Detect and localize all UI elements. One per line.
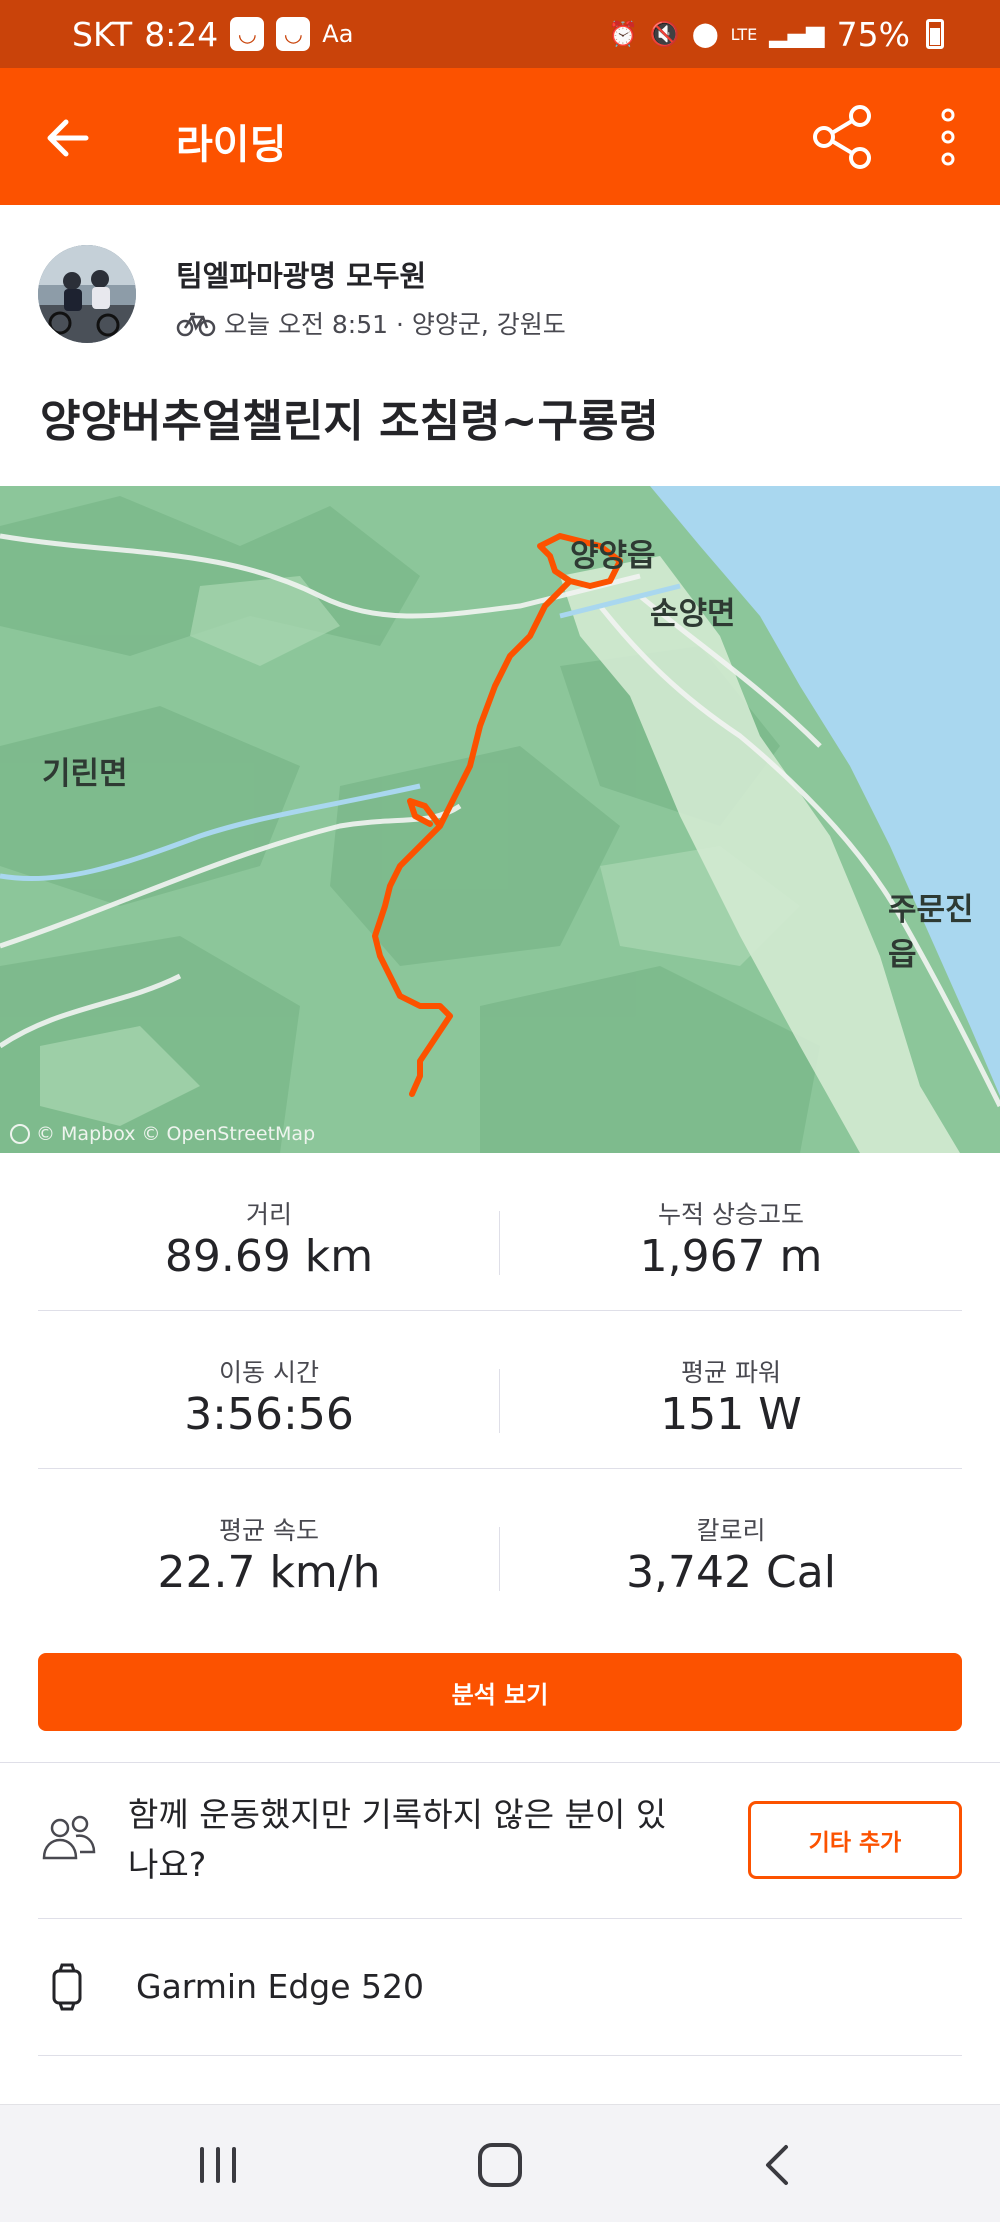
activity-title: 양양버추얼챌린지 조침령~구룡령 (40, 396, 659, 447)
back-arrow-icon[interactable] (40, 110, 96, 166)
stat-value: 3,742 Cal (626, 1547, 836, 1598)
map-label-jumunjin: 주문진읍 (888, 892, 974, 973)
location-icon: ⬤ (691, 20, 719, 48)
mapbox-logo-icon (10, 1124, 30, 1144)
battery-percent: 75% (836, 14, 910, 54)
stat-calories: 칼로리 3,742 Cal (500, 1469, 962, 1627)
status-right: ⏰ 🔇 ⬤ LTE ▂▄▆ 75% (608, 15, 944, 54)
battery-icon (926, 19, 944, 49)
activity-time-location: 오늘 오전 8:51 · 양양군, 강원도 (224, 310, 566, 339)
together-section: 함께 운동했지만 기록하지 않은 분이 있나요? 기타 추가 (0, 1762, 1000, 1918)
map-label-yangyang: 양양읍 (570, 538, 656, 574)
stat-label: 이동 시간 (219, 1358, 319, 1387)
stat-avg-power: 평균 파워 151 W (500, 1311, 962, 1469)
stat-distance: 거리 89.69 km (38, 1153, 500, 1311)
notification-icon: ◡ (276, 17, 311, 51)
carrier-label: SKT (72, 14, 133, 54)
divider (38, 2055, 962, 2056)
device-name: Garmin Edge 520 (136, 1967, 425, 2006)
alarm-icon: ⏰ (608, 20, 638, 48)
network-label: LTE (730, 24, 758, 44)
stat-row: 평균 속도 22.7 km/h 칼로리 3,742 Cal (38, 1469, 962, 1627)
device-row: Garmin Edge 520 (0, 1919, 1000, 2055)
map-label-girin: 기린면 (42, 756, 128, 792)
recents-icon[interactable] (196, 2145, 240, 2185)
route-map[interactable]: 양양읍 손양면 기린면 주문진읍 © Mapbox © OpenStreetMa… (0, 486, 1000, 1153)
attribution-text: © Mapbox © OpenStreetMap (36, 1123, 316, 1145)
signal-icon: ▂▄▆ (769, 20, 825, 48)
stat-avg-speed: 평균 속도 22.7 km/h (38, 1469, 500, 1627)
system-nav-bar (0, 2104, 1000, 2222)
athlete-name[interactable]: 팀엘파마광명 모두원 (176, 253, 426, 295)
status-left: SKT 8:24 ◡ ◡ Aa (72, 15, 353, 54)
map-attribution[interactable]: © Mapbox © OpenStreetMap (10, 1123, 315, 1145)
home-icon[interactable] (474, 2139, 526, 2191)
avatar-photo-icon (38, 245, 136, 343)
font-icon: Aa (322, 20, 354, 48)
people-icon (42, 1815, 96, 1860)
together-prompt: 함께 운동했지만 기록하지 않은 분이 있나요? (128, 1795, 667, 1884)
bike-icon (176, 312, 216, 337)
stat-value: 1,967 m (639, 1231, 823, 1282)
mute-icon: 🔇 (649, 20, 680, 48)
avatar[interactable] (38, 245, 136, 343)
app-bar: 라이딩 (0, 68, 1000, 205)
clock: 8:24 (144, 14, 219, 54)
stat-label: 평균 속도 (219, 1516, 319, 1545)
stat-value: 89.69 km (164, 1231, 374, 1282)
stat-label: 평균 파워 (681, 1358, 781, 1387)
activity-header: 팀엘파마광명 모두원 오늘 오전 8:51 · 양양군, 강원도 양양버추얼챌린… (0, 205, 1000, 485)
stat-label: 칼로리 (696, 1516, 766, 1545)
activity-meta: 오늘 오전 8:51 · 양양군, 강원도 (176, 305, 566, 341)
stat-value: 22.7 km/h (157, 1547, 381, 1598)
map-canvas (0, 486, 1000, 1153)
stat-value: 151 W (660, 1389, 802, 1440)
page-title: 라이딩 (176, 122, 287, 168)
view-analysis-button[interactable]: 분석 보기 (38, 1653, 962, 1731)
stat-row: 거리 89.69 km 누적 상승고도 1,967 m (38, 1153, 962, 1311)
stat-value: 3:56:56 (184, 1389, 354, 1440)
stat-elevation: 누적 상승고도 1,967 m (500, 1153, 962, 1311)
add-others-button[interactable]: 기타 추가 (748, 1801, 962, 1879)
status-bar: SKT 8:24 ◡ ◡ Aa ⏰ 🔇 ⬤ LTE ▂▄▆ 75% (0, 0, 1000, 68)
stats-grid: 거리 89.69 km 누적 상승고도 1,967 m 이동 시간 3:56:5… (38, 1153, 962, 1627)
more-vertical-icon[interactable] (930, 104, 966, 170)
stat-moving-time: 이동 시간 3:56:56 (38, 1311, 500, 1469)
stat-label: 거리 (245, 1200, 292, 1229)
share-icon[interactable] (810, 104, 876, 170)
notification-icon: ◡ (230, 17, 265, 51)
map-label-sonyang: 손양면 (650, 596, 736, 632)
nav-back-icon[interactable] (760, 2141, 794, 2189)
stat-row: 이동 시간 3:56:56 평균 파워 151 W (38, 1311, 962, 1469)
watch-icon (52, 1963, 82, 2011)
stat-label: 누적 상승고도 (658, 1200, 804, 1229)
